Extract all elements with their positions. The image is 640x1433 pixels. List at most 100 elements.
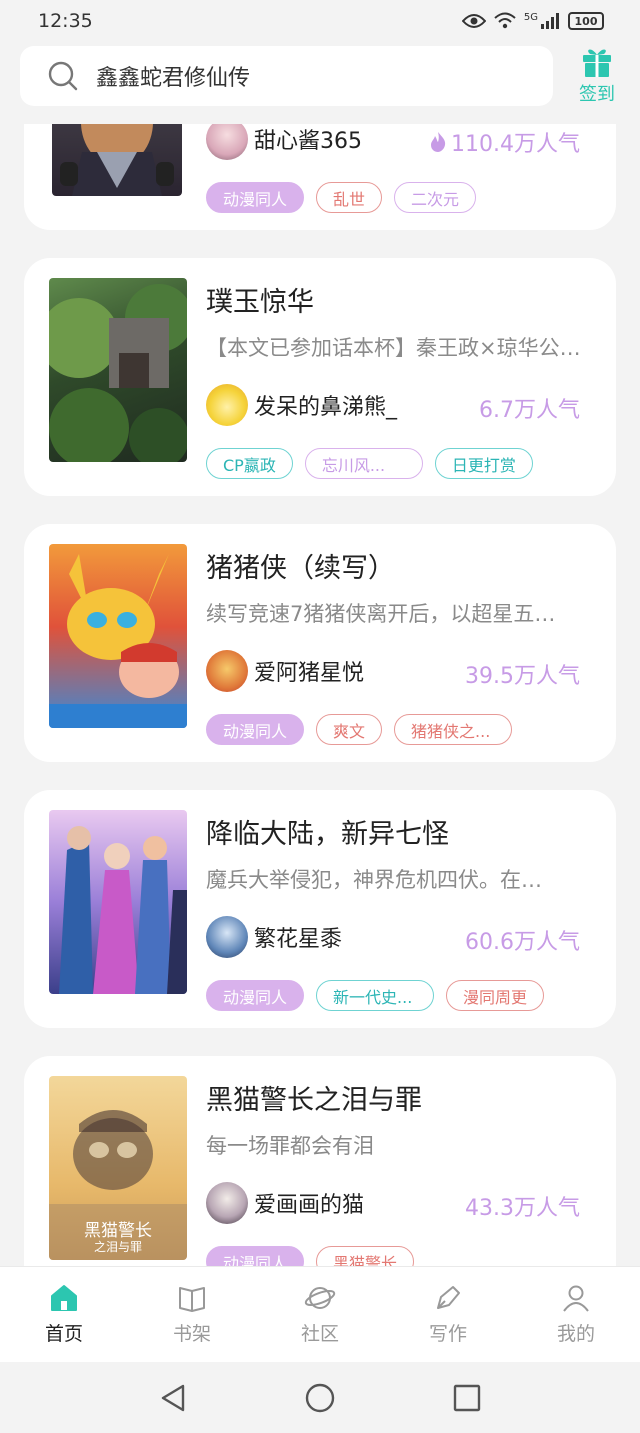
nav-profile[interactable]: 我的 <box>512 1267 640 1362</box>
tag[interactable]: CP嬴政 <box>206 448 293 479</box>
nav-community[interactable]: 社区 <box>256 1267 384 1362</box>
tag[interactable]: 动漫同人 <box>206 714 305 745</box>
popularity: 39.5万人气 <box>465 658 580 690</box>
author-name: 发呆的鼻涕熊_ <box>254 395 398 420</box>
tag-list: CP嬴政 忘川风... 日更打赏 <box>206 448 533 479</box>
author-avatar <box>206 124 248 160</box>
tag[interactable]: 猪猪侠之... <box>394 714 513 745</box>
nav-home[interactable]: 首页 <box>0 1267 128 1362</box>
tag[interactable]: 黑猫警长 <box>316 1246 415 1266</box>
author-row[interactable]: 发呆的鼻涕熊_ <box>206 384 397 426</box>
author-name: 繁花星黍 <box>254 927 343 952</box>
book-card[interactable]: 璞玉惊华 【本文已参加话本杯】秦王政×琼华公… 发呆的鼻涕熊_ 6.7万人气 C… <box>24 258 616 496</box>
book-title[interactable]: 黑猫警长之泪与罪 <box>206 1078 422 1117</box>
gift-icon <box>583 49 611 77</box>
planet-icon <box>304 1287 336 1309</box>
author-row[interactable]: 甜心酱365 <box>206 124 362 160</box>
tag[interactable]: 乱世 <box>316 182 383 213</box>
nav-write[interactable]: 写作 <box>384 1267 512 1362</box>
nav-profile-label: 我的 <box>556 1323 595 1345</box>
author-row[interactable]: 繁花星黍 <box>206 916 342 958</box>
book-cover: 黑猫警长 之泪与罪 <box>49 1076 187 1260</box>
cover-art <box>49 554 187 728</box>
checkin-label: 签到 <box>579 84 615 105</box>
popularity: 43.3万人气 <box>465 1190 580 1222</box>
author-row[interactable]: 爱阿猪星悦 <box>206 650 364 692</box>
popularity-value: 39.5万人气 <box>465 664 580 689</box>
tag[interactable]: 动漫同人 <box>206 1246 305 1266</box>
system-nav-bar <box>0 1362 640 1433</box>
popularity: 60.6万人气 <box>465 924 580 956</box>
search-bar[interactable]: 鑫鑫蛇君修仙传 <box>20 46 553 106</box>
tag[interactable]: 二次元 <box>394 182 477 213</box>
book-title[interactable]: 猪猪侠（续写） <box>206 546 395 585</box>
home-icon <box>51 1285 77 1311</box>
book-card[interactable]: 猪猪侠（续写） 续写竞速7猪猪侠离开后，以超星五… 爱阿猪星悦 39.5万人气 … <box>24 524 616 762</box>
book-icon <box>179 1287 205 1312</box>
tag[interactable]: 爽文 <box>316 714 383 745</box>
checkin-button[interactable]: 签到 <box>573 44 621 108</box>
back-icon[interactable] <box>159 1383 187 1413</box>
tag[interactable]: 忘川风... <box>304 448 423 479</box>
book-card[interactable]: 甜心酱365 110.4万人气 动漫同人 乱世 二次元 <box>24 124 616 230</box>
book-title[interactable]: 降临大陆，新异七怪 <box>206 812 449 851</box>
header: 鑫鑫蛇君修仙传 签到 <box>0 42 640 112</box>
popularity-value: 6.7万人气 <box>479 398 580 423</box>
author-avatar <box>206 1182 248 1224</box>
search-input[interactable]: 鑫鑫蛇君修仙传 <box>96 60 250 92</box>
popularity-value: 43.3万人气 <box>465 1196 580 1221</box>
author-name: 甜心酱365 <box>254 129 362 154</box>
battery-icon: 100 <box>568 12 604 30</box>
author-avatar <box>206 384 248 426</box>
tag[interactable]: 新一代史... <box>316 980 435 1011</box>
network-type: 5G <box>523 11 538 23</box>
book-card[interactable]: 降临大陆，新异七怪 魔兵大举侵犯，神界危机四伏。在… 繁花星黍 60.6万人气 … <box>24 790 616 1028</box>
book-description: 魔兵大举侵犯，神界危机四伏。在… <box>206 868 542 892</box>
nav-community-label: 社区 <box>300 1323 339 1345</box>
wifi-icon <box>494 12 516 29</box>
cover-art <box>49 284 187 462</box>
tag[interactable]: 日更打赏 <box>434 448 533 479</box>
eye-icon <box>461 14 486 28</box>
book-description: 【本文已参加话本杯】秦王政×琼华公… <box>206 336 581 360</box>
cover-subtitle: 之泪与罪 <box>93 1240 142 1254</box>
cover-art <box>60 124 174 196</box>
book-description: 每一场罪都会有泪 <box>206 1134 374 1158</box>
flame-icon <box>431 132 446 152</box>
author-avatar <box>206 650 248 692</box>
book-cover <box>52 124 182 196</box>
book-cover <box>49 278 187 462</box>
search-icon <box>48 61 78 91</box>
bottom-nav: 首页 书架 社区 写作 我的 <box>0 1266 640 1362</box>
tag[interactable]: 动漫同人 <box>206 182 305 213</box>
tag[interactable]: 动漫同人 <box>206 980 305 1011</box>
nav-write-label: 写作 <box>428 1323 467 1345</box>
status-icons: 5G 100 <box>461 11 604 30</box>
status-bar: 12:35 5G 100 <box>0 0 640 42</box>
signal-icon <box>541 13 559 29</box>
nav-bookshelf[interactable]: 书架 <box>128 1267 256 1362</box>
home-circle-icon[interactable] <box>304 1382 336 1414</box>
book-description: 续写竞速7猪猪侠离开后，以超星五… <box>206 602 556 626</box>
battery-level: 100 <box>574 14 598 28</box>
author-name: 爱画画的猫 <box>254 1193 365 1218</box>
tag-list: 动漫同人 新一代史... 漫同周更 <box>206 980 545 1011</box>
tag[interactable]: 漫同周更 <box>446 980 545 1011</box>
book-title[interactable]: 璞玉惊华 <box>206 280 314 319</box>
popularity: 6.7万人气 <box>479 392 580 424</box>
cover-art <box>59 826 187 994</box>
tag-list: 动漫同人 黑猫警长 <box>206 1246 415 1266</box>
popularity-value: 110.4万人气 <box>451 132 580 157</box>
pen-icon <box>437 1286 460 1309</box>
tag-list: 动漫同人 爽文 猪猪侠之... <box>206 714 513 745</box>
recents-icon[interactable] <box>453 1384 481 1412</box>
book-cover <box>49 810 187 994</box>
book-cover <box>49 544 187 728</box>
author-name: 爱阿猪星悦 <box>254 661 365 686</box>
popularity-value: 60.6万人气 <box>465 930 580 955</box>
book-card[interactable]: 黑猫警长 之泪与罪 黑猫警长之泪与罪 每一场罪都会有泪 爱画画的猫 43.3万人… <box>24 1056 616 1266</box>
author-row[interactable]: 爱画画的猫 <box>206 1182 364 1224</box>
popularity: 110.4万人气 <box>429 126 580 158</box>
author-avatar <box>206 916 248 958</box>
book-list[interactable]: 甜心酱365 110.4万人气 动漫同人 乱世 二次元 璞玉惊华 【本文已参加话… <box>0 124 640 1266</box>
